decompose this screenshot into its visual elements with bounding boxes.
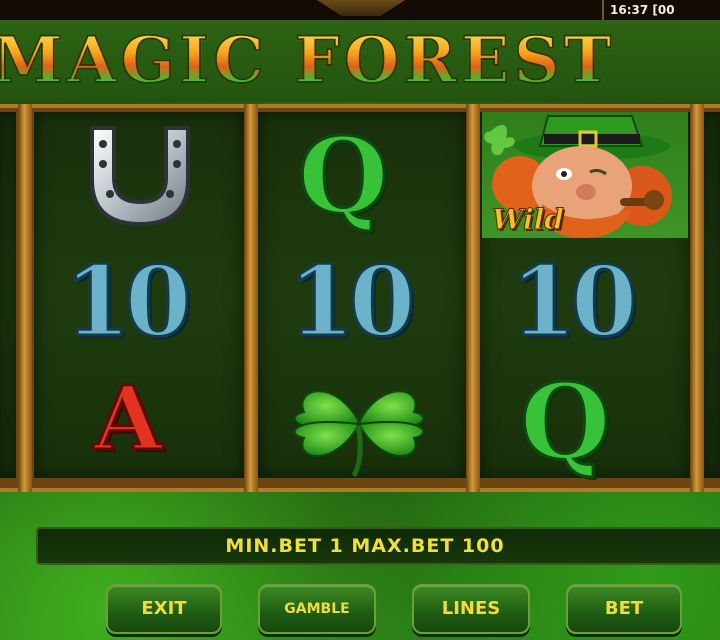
bet-limits-text: MIN.BET 1 MAX.BET 100 xyxy=(225,535,505,557)
reel-post xyxy=(690,104,704,492)
wild-label: Wild xyxy=(492,203,565,236)
reel-1: 10 A xyxy=(34,112,244,478)
symbol-ten: 10 xyxy=(63,245,194,358)
reel-post xyxy=(18,104,32,492)
reels-frame: 10 A Q 10 Wild 10 Q xyxy=(0,104,720,492)
lines-button[interactable]: LINES xyxy=(412,584,530,634)
reel-3: Wild 10 Q xyxy=(480,112,690,478)
bet-limits-bar: MIN.BET 1 MAX.BET 100 xyxy=(36,527,720,565)
exit-button[interactable]: EXIT xyxy=(106,584,222,634)
symbol-queen: Q xyxy=(519,360,613,483)
menu-notch-icon xyxy=(317,0,405,16)
clock: 16:37 [00 xyxy=(610,3,675,17)
reel-partial-left xyxy=(0,112,16,478)
horseshoe-icon xyxy=(90,126,190,227)
reel-post xyxy=(466,104,480,492)
game-title: MAGIC FOREST xyxy=(0,27,720,95)
reel-post xyxy=(244,104,258,492)
four-leaf-clover-icon xyxy=(293,390,425,478)
symbol-ace: A xyxy=(92,366,163,470)
bet-button[interactable]: BET xyxy=(566,584,682,634)
reel-partial-right xyxy=(704,112,720,478)
symbol-ten: 10 xyxy=(509,245,640,358)
top-status-bar: 16:37 [00 xyxy=(0,0,720,20)
status-divider xyxy=(602,0,604,20)
gamble-button[interactable]: GAMBLE xyxy=(258,584,376,634)
reel-2: Q 10 xyxy=(258,112,466,478)
symbol-queen: Q xyxy=(297,114,391,237)
wild-symbol: Wild xyxy=(482,112,688,238)
symbol-ten: 10 xyxy=(287,245,418,358)
